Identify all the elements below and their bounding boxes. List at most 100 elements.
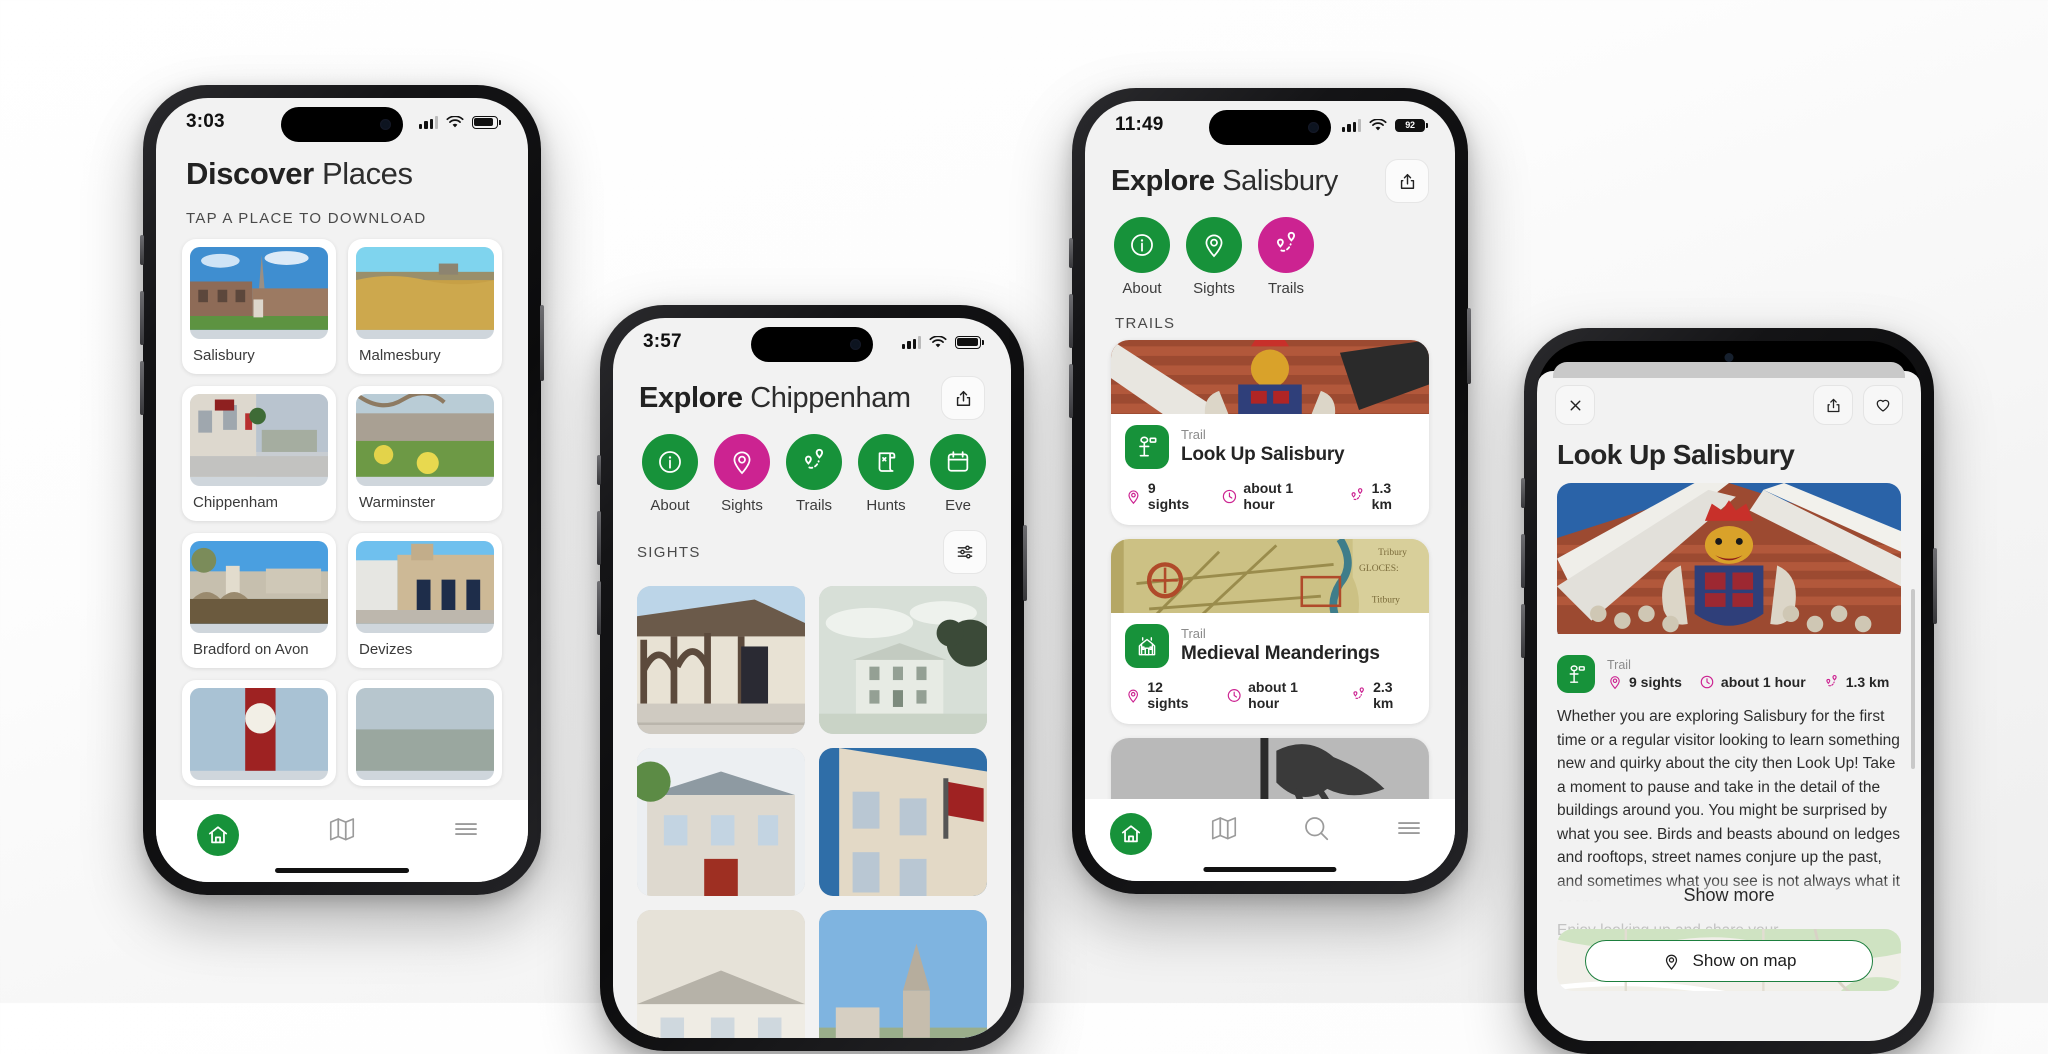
category-about[interactable]: About (639, 434, 701, 514)
category-trails[interactable]: Trails (783, 434, 845, 514)
trail-icon (1353, 687, 1364, 699)
sight-tile[interactable] (819, 748, 987, 896)
camera-icon (850, 339, 861, 350)
stat-sights: 9 sights (1607, 674, 1682, 690)
place-card[interactable]: Chippenham (182, 386, 336, 521)
search-icon (1305, 817, 1329, 841)
info-icon (659, 451, 681, 473)
place-card[interactable] (182, 680, 336, 786)
battery-percent-badge: 92 (1395, 118, 1428, 132)
svg-text:Titbury: Titbury (1372, 596, 1400, 606)
sight-tile[interactable] (637, 586, 805, 734)
info-icon-bubble (642, 434, 698, 490)
category-about[interactable]: About (1111, 217, 1173, 297)
category-label: Sights (721, 497, 763, 514)
sight-tile[interactable] (819, 586, 987, 734)
category-label: Trails (1267, 280, 1305, 297)
tab-map[interactable] (1178, 813, 1271, 843)
svg-text:GLOCES:: GLOCES: (1359, 564, 1399, 574)
battery-icon (955, 335, 984, 349)
header-row: Explore Chippenham (613, 366, 1011, 424)
clock-icon (1700, 675, 1714, 689)
category-row: About Sights Trails (613, 424, 1011, 518)
place-card[interactable]: Bradford on Avon (182, 533, 336, 668)
calendar-icon-bubble (930, 434, 986, 490)
scroll-icon (878, 452, 896, 472)
trail-name: Look Up Salisbury (1181, 443, 1345, 465)
phone-trail-detail: Look Up Salisbury Trail 9 sights about 1… (1521, 328, 1937, 1054)
share-icon (1400, 173, 1414, 189)
clock-icon (1222, 489, 1236, 503)
trail-card[interactable]: Trail Look Up Salisbury 9 sights about 1… (1111, 340, 1429, 525)
pin-icon-bubble (1186, 217, 1242, 273)
category-sights[interactable]: Sights (711, 434, 773, 514)
timber-barn-photo (637, 586, 805, 734)
phone1-screen: 3:03 Discover Places TAP A PLACE TO DOWN… (156, 98, 528, 882)
tab-map[interactable] (280, 814, 404, 844)
place-name: Malmesbury (359, 347, 441, 364)
show-on-map-label: Show on map (1692, 951, 1797, 970)
stat-distance: 1.3 km (1823, 674, 1889, 691)
trail-stats: 12 sights about 1 hour 2.3 km (1125, 679, 1415, 711)
showcase-stage: 3:03 Discover Places TAP A PLACE TO DOWN… (0, 0, 2048, 1054)
category-label: About (650, 497, 690, 514)
tab-menu[interactable] (404, 814, 528, 844)
page-title-bold: Discover (186, 156, 314, 191)
pin-icon (733, 451, 751, 475)
share-button[interactable] (941, 376, 985, 420)
page-title-rest: Salisbury (1214, 164, 1338, 197)
place-card[interactable] (348, 680, 502, 786)
category-events[interactable]: Eve (927, 434, 989, 514)
place-photo-partial (190, 688, 328, 771)
category-trails[interactable]: Trails (1255, 217, 1317, 297)
chippenham-photo (190, 394, 328, 477)
phone-discover-places: 3:03 Discover Places TAP A PLACE TO DOWN… (140, 85, 544, 895)
page-title-bold: Explore (639, 381, 743, 414)
salisbury-photo (190, 247, 328, 330)
filter-button[interactable] (943, 530, 987, 574)
malmesbury-photo (356, 247, 494, 330)
cellular-icon (902, 335, 921, 349)
show-on-map-button[interactable]: Show on map (1585, 940, 1873, 982)
tab-search[interactable] (1270, 813, 1363, 843)
tab-menu[interactable] (1363, 813, 1456, 843)
status-time: 3:03 (186, 111, 225, 132)
flagged-facade-photo (819, 748, 987, 896)
trail-icon-bubble (1258, 217, 1314, 273)
coat-of-arms-photo (1111, 340, 1429, 414)
trail-meta: Trail Medieval Meanderings (1181, 626, 1380, 666)
share-button[interactable] (1385, 159, 1429, 203)
status-time: 11:49 (1115, 114, 1164, 135)
scroll-indicator[interactable] (1911, 589, 1915, 769)
place-thumbnail (356, 541, 494, 633)
lamppost-icon-tile (1125, 425, 1169, 469)
category-hunts[interactable]: Hunts (855, 434, 917, 514)
trail-icon-bubble (786, 434, 842, 490)
dynamic-island (1209, 110, 1331, 145)
pin-icon (1610, 676, 1620, 690)
place-card[interactable]: Salisbury (182, 239, 336, 374)
stat-duration: about 1 hour (1221, 480, 1328, 512)
sight-tile[interactable]: THE ANGEL HOTEL (637, 910, 805, 1038)
trail-card-body: Trail Look Up Salisbury 9 sights about 1… (1111, 414, 1429, 525)
place-card[interactable]: Warminster (348, 386, 502, 521)
map-preview-card[interactable]: Show on map (1557, 929, 1901, 991)
trail-card[interactable]: Tribury GLOCES: Titbury Trail Medieval Mea… (1111, 539, 1429, 724)
svg-text:Tribury: Tribury (1378, 548, 1407, 558)
place-thumbnail (190, 688, 328, 780)
share-button[interactable] (1813, 385, 1853, 425)
sight-tile[interactable] (819, 910, 987, 1038)
tab-home[interactable] (156, 814, 280, 856)
category-label: Sights (1193, 280, 1235, 297)
trail-icon (804, 448, 824, 469)
favourite-button[interactable] (1863, 385, 1903, 425)
category-sights[interactable]: Sights (1183, 217, 1245, 297)
place-card[interactable]: Malmesbury (348, 239, 502, 374)
stat-distance-value: 1.3 km (1371, 480, 1392, 512)
show-more-button[interactable]: Show more (1537, 885, 1921, 906)
tab-home[interactable] (1085, 813, 1178, 855)
stat-duration: about 1 hour (1699, 674, 1806, 690)
close-button[interactable] (1555, 385, 1595, 425)
sight-tile[interactable] (637, 748, 805, 896)
place-card[interactable]: Devizes (348, 533, 502, 668)
